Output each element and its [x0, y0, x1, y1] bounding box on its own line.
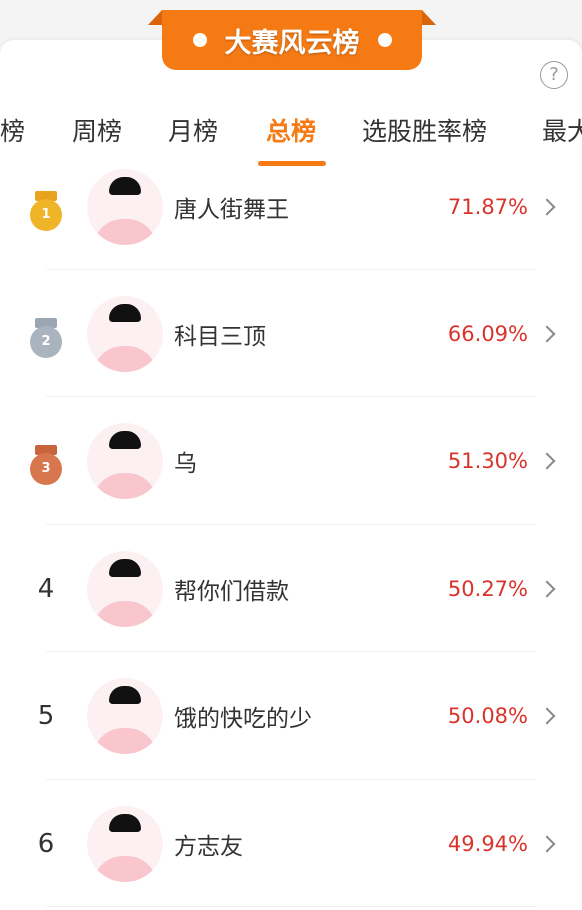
banner-ribbon-left	[148, 10, 162, 25]
user-name: 科目三顶	[174, 323, 266, 350]
avatar[interactable]	[87, 168, 163, 245]
avatar[interactable]	[87, 678, 163, 755]
medal-rank: 3	[30, 453, 62, 486]
chevron-right-icon[interactable]	[538, 835, 556, 852]
chevron-right-icon[interactable]	[538, 452, 556, 470]
user-name: 乌	[174, 451, 197, 478]
return-rate: 71.87%	[447, 194, 528, 219]
avatar[interactable]	[87, 550, 163, 627]
avatar[interactable]	[87, 805, 163, 882]
ranking-row[interactable]: 6 方志友 49.94%	[0, 780, 582, 907]
return-rate: 66.09%	[447, 321, 528, 346]
silver-medal-icon: 2	[28, 317, 64, 358]
chevron-right-icon[interactable]	[538, 707, 556, 725]
medal-rank: 1	[30, 198, 62, 231]
ranking-row[interactable]: 4 帮你们借款 50.27%	[0, 525, 582, 653]
ranking-row[interactable]: 3 乌 51.30%	[0, 398, 582, 525]
help-icon[interactable]: ?	[540, 61, 568, 89]
return-rate: 50.08%	[447, 704, 528, 729]
chevron-right-icon[interactable]	[538, 580, 556, 598]
dot-icon	[192, 33, 207, 47]
bronze-medal-icon: 3	[28, 445, 64, 486]
gold-medal-icon: 1	[28, 190, 64, 231]
ranking-row[interactable]: 5 饿的快吃的少 50.08%	[0, 653, 582, 780]
ranking-row[interactable]: 2 科目三顶 66.09%	[0, 270, 582, 398]
banner-title: 大赛风云榜	[224, 27, 360, 59]
avatar[interactable]	[87, 295, 163, 372]
banner-ribbon-right	[422, 10, 436, 25]
rank-number: 6	[37, 828, 55, 859]
rank-number: 4	[37, 573, 55, 604]
divider	[46, 906, 536, 907]
rank-number: 5	[37, 701, 55, 732]
user-name: 唐人街舞王	[174, 196, 289, 223]
avatar[interactable]	[87, 423, 163, 500]
return-rate: 51.30%	[447, 449, 528, 474]
dot-icon	[377, 33, 392, 47]
chevron-right-icon[interactable]	[538, 325, 556, 343]
user-name: 饿的快吃的少	[174, 706, 312, 733]
medal-rank: 2	[30, 325, 62, 358]
return-rate: 49.94%	[447, 831, 528, 856]
user-name: 方志友	[174, 833, 243, 860]
leaderboard-banner: 大赛风云榜	[162, 10, 422, 70]
ranking-row[interactable]: 1 唐人街舞王 71.87%	[0, 143, 582, 270]
chevron-right-icon[interactable]	[538, 198, 556, 215]
return-rate: 50.27%	[447, 576, 528, 601]
user-name: 帮你们借款	[174, 578, 289, 605]
